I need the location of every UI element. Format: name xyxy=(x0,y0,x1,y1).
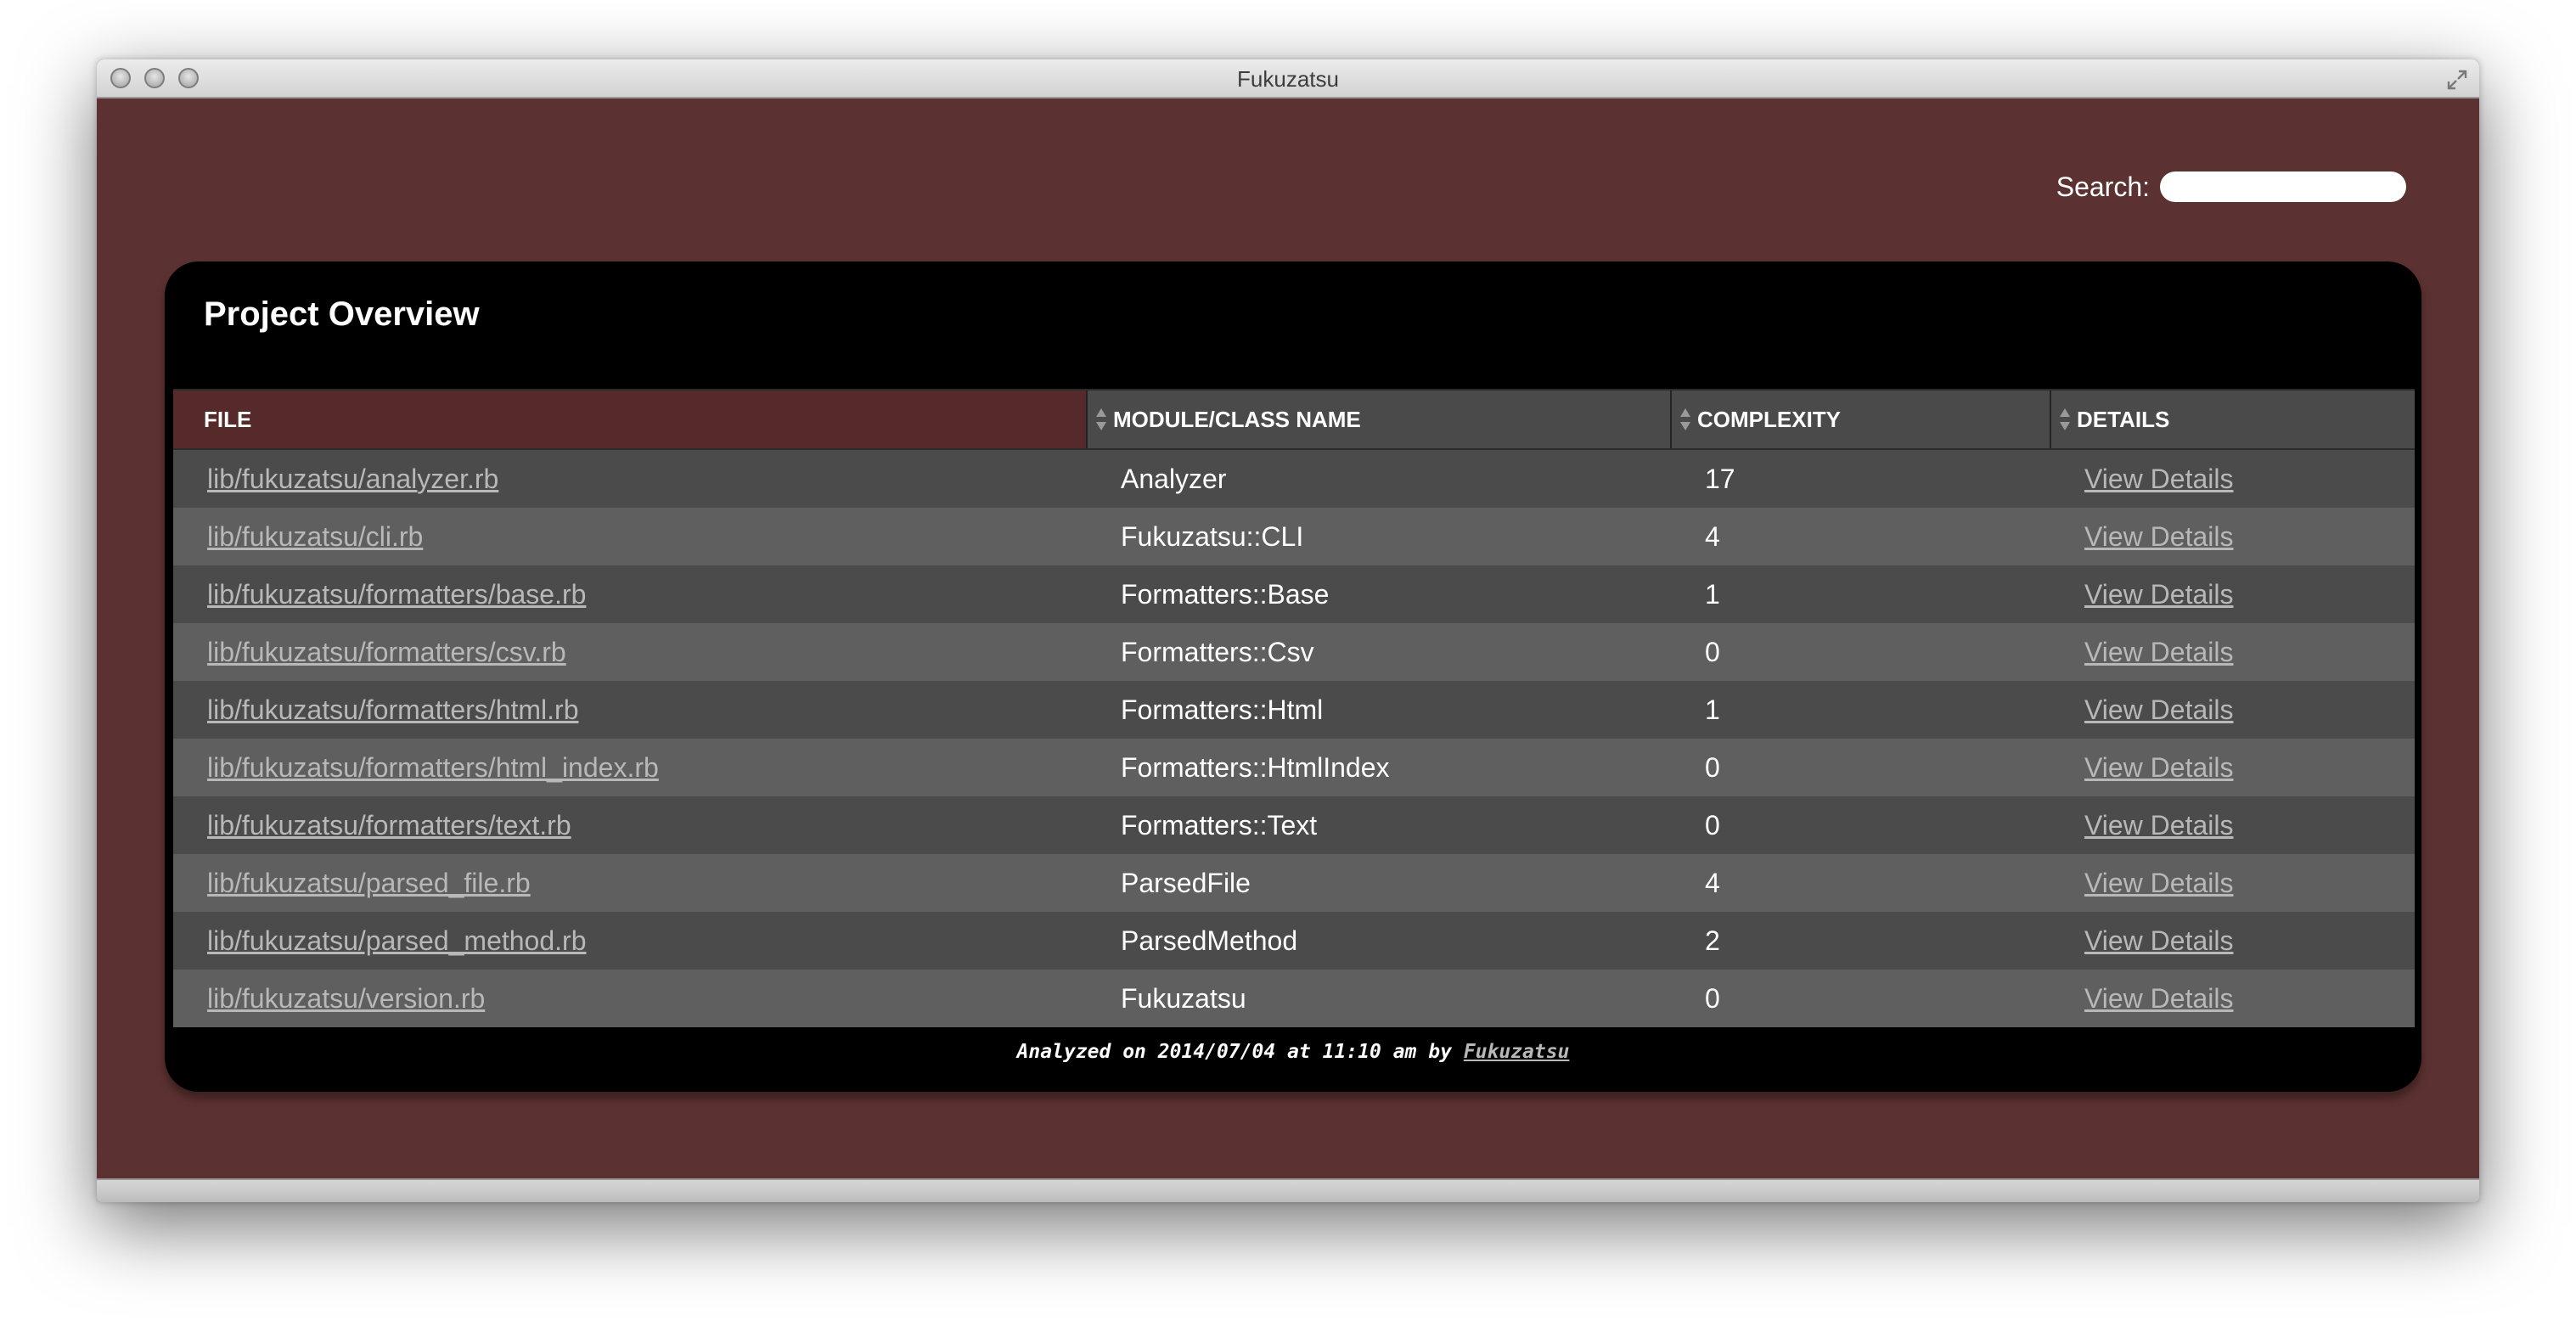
view-details-link[interactable]: View Details xyxy=(2084,752,2233,783)
app-window: Fukuzatsu Search: Project Overview FILE xyxy=(97,59,2479,1202)
column-header-file[interactable]: FILE xyxy=(173,389,1087,450)
file-link[interactable]: lib/fukuzatsu/formatters/csv.rb xyxy=(207,637,566,667)
details-cell: View Details xyxy=(2050,854,2415,912)
table-row: lib/fukuzatsu/parsed_method.rb ParsedMet… xyxy=(173,912,2415,970)
details-cell: View Details xyxy=(2050,508,2415,565)
module-cell: Formatters::HtmlIndex xyxy=(1087,739,1671,796)
complexity-cell: 1 xyxy=(1671,565,2050,623)
file-link[interactable]: lib/fukuzatsu/parsed_method.rb xyxy=(207,925,586,956)
view-details-link[interactable]: View Details xyxy=(2084,694,2233,725)
view-details-link[interactable]: View Details xyxy=(2084,810,2233,840)
file-link[interactable]: lib/fukuzatsu/formatters/html_index.rb xyxy=(207,752,659,783)
file-cell: lib/fukuzatsu/formatters/html_index.rb xyxy=(173,739,1087,796)
title-bar: Fukuzatsu xyxy=(97,59,2479,98)
panel-title: Project Overview xyxy=(204,295,480,333)
view-details-link[interactable]: View Details xyxy=(2084,868,2233,898)
module-cell: ParsedFile xyxy=(1087,854,1671,912)
details-cell: View Details xyxy=(2050,681,2415,739)
module-cell: Formatters::Base xyxy=(1087,565,1671,623)
table-row: lib/fukuzatsu/parsed_file.rb ParsedFile … xyxy=(173,854,2415,912)
footer-text: Analyzed on 2014/07/04 at 11:10 am by xyxy=(1016,1041,1464,1063)
complexity-cell: 4 xyxy=(1671,854,2050,912)
table-row: lib/fukuzatsu/formatters/csv.rb Formatte… xyxy=(173,623,2415,681)
complexity-cell: 2 xyxy=(1671,912,2050,970)
file-link[interactable]: lib/fukuzatsu/analyzer.rb xyxy=(207,464,498,494)
column-header-label: FILE xyxy=(204,406,252,432)
file-cell: lib/fukuzatsu/parsed_file.rb xyxy=(173,854,1087,912)
module-cell: ParsedMethod xyxy=(1087,912,1671,970)
view-details-link[interactable]: View Details xyxy=(2084,579,2233,610)
details-cell: View Details xyxy=(2050,796,2415,854)
file-link[interactable]: lib/fukuzatsu/formatters/base.rb xyxy=(207,579,586,610)
table-row: lib/fukuzatsu/version.rb Fukuzatsu 0 Vie… xyxy=(173,970,2415,1027)
search-area: Search: xyxy=(2056,170,2406,204)
file-link[interactable]: lib/fukuzatsu/version.rb xyxy=(207,983,485,1014)
details-cell: View Details xyxy=(2050,970,2415,1027)
module-cell: Formatters::Html xyxy=(1087,681,1671,739)
view-details-link[interactable]: View Details xyxy=(2084,464,2233,494)
module-cell: Formatters::Text xyxy=(1087,796,1671,854)
table-row: lib/fukuzatsu/formatters/html_index.rb F… xyxy=(173,739,2415,796)
fukuzatsu-link[interactable]: Fukuzatsu xyxy=(1464,1041,1570,1063)
view-details-link[interactable]: View Details xyxy=(2084,521,2233,552)
details-cell: View Details xyxy=(2050,449,2415,508)
module-cell: Fukuzatsu xyxy=(1087,970,1671,1027)
header-row: FILE MODULE/CLASS NAME COMPLEXITY DETAIL… xyxy=(173,389,2415,450)
sort-icon xyxy=(1096,408,1106,430)
file-cell: lib/fukuzatsu/version.rb xyxy=(173,970,1087,1027)
status-bar xyxy=(97,1178,2479,1202)
column-header-label: DETAILS xyxy=(2077,406,2170,432)
column-header-details[interactable]: DETAILS xyxy=(2050,389,2415,450)
complexity-cell: 0 xyxy=(1671,623,2050,681)
file-link[interactable]: lib/fukuzatsu/formatters/text.rb xyxy=(207,810,571,840)
column-header-label: COMPLEXITY xyxy=(1697,406,1842,432)
window-title: Fukuzatsu xyxy=(1237,66,1339,92)
fullscreen-icon[interactable] xyxy=(2445,68,2469,92)
file-cell: lib/fukuzatsu/formatters/html.rb xyxy=(173,681,1087,739)
table-row: lib/fukuzatsu/cli.rb Fukuzatsu::CLI 4 Vi… xyxy=(173,508,2415,565)
file-link[interactable]: lib/fukuzatsu/cli.rb xyxy=(207,521,423,552)
complexity-cell: 0 xyxy=(1671,970,2050,1027)
analysis-footer: Analyzed on 2014/07/04 at 11:10 am by Fu… xyxy=(165,1041,2421,1063)
details-cell: View Details xyxy=(2050,565,2415,623)
search-input[interactable] xyxy=(2160,171,2406,202)
details-cell: View Details xyxy=(2050,739,2415,796)
details-cell: View Details xyxy=(2050,623,2415,681)
file-cell: lib/fukuzatsu/formatters/base.rb xyxy=(173,565,1087,623)
column-header-complexity[interactable]: COMPLEXITY xyxy=(1670,389,2050,450)
module-cell: Analyzer xyxy=(1087,449,1671,508)
table-row: lib/fukuzatsu/analyzer.rb Analyzer 17 Vi… xyxy=(173,449,2415,508)
file-link[interactable]: lib/fukuzatsu/parsed_file.rb xyxy=(207,868,531,898)
sort-icon xyxy=(1680,408,1690,430)
module-cell: Formatters::Csv xyxy=(1087,623,1671,681)
column-header-label: MODULE/CLASS NAME xyxy=(1113,406,1361,432)
table-row: lib/fukuzatsu/formatters/base.rb Formatt… xyxy=(173,565,2415,623)
details-cell: View Details xyxy=(2050,912,2415,970)
column-header-module[interactable]: MODULE/CLASS NAME xyxy=(1086,389,1671,450)
complexity-cell: 0 xyxy=(1671,739,2050,796)
module-cell: Fukuzatsu::CLI xyxy=(1087,508,1671,565)
view-details-link[interactable]: View Details xyxy=(2084,925,2233,956)
view-details-link[interactable]: View Details xyxy=(2084,637,2233,667)
complexity-cell: 4 xyxy=(1671,508,2050,565)
complexity-cell: 0 xyxy=(1671,796,2050,854)
file-cell: lib/fukuzatsu/analyzer.rb xyxy=(173,449,1087,508)
search-label: Search: xyxy=(2056,171,2150,202)
table-row: lib/fukuzatsu/formatters/html.rb Formatt… xyxy=(173,681,2415,739)
file-cell: lib/fukuzatsu/cli.rb xyxy=(173,508,1087,565)
view-details-link[interactable]: View Details xyxy=(2084,983,2233,1014)
complexity-cell: 1 xyxy=(1671,681,2050,739)
project-overview-panel: Project Overview FILE MODULE/CLASS NAME xyxy=(165,261,2421,1092)
overview-table: FILE MODULE/CLASS NAME COMPLEXITY DETAIL… xyxy=(173,389,2415,1027)
complexity-cell: 17 xyxy=(1671,449,2050,508)
table-row: lib/fukuzatsu/formatters/text.rb Formatt… xyxy=(173,796,2415,854)
file-cell: lib/fukuzatsu/parsed_method.rb xyxy=(173,912,1087,970)
file-cell: lib/fukuzatsu/formatters/csv.rb xyxy=(173,623,1087,681)
file-link[interactable]: lib/fukuzatsu/formatters/html.rb xyxy=(207,694,578,725)
sort-icon xyxy=(2060,408,2070,430)
file-cell: lib/fukuzatsu/formatters/text.rb xyxy=(173,796,1087,854)
